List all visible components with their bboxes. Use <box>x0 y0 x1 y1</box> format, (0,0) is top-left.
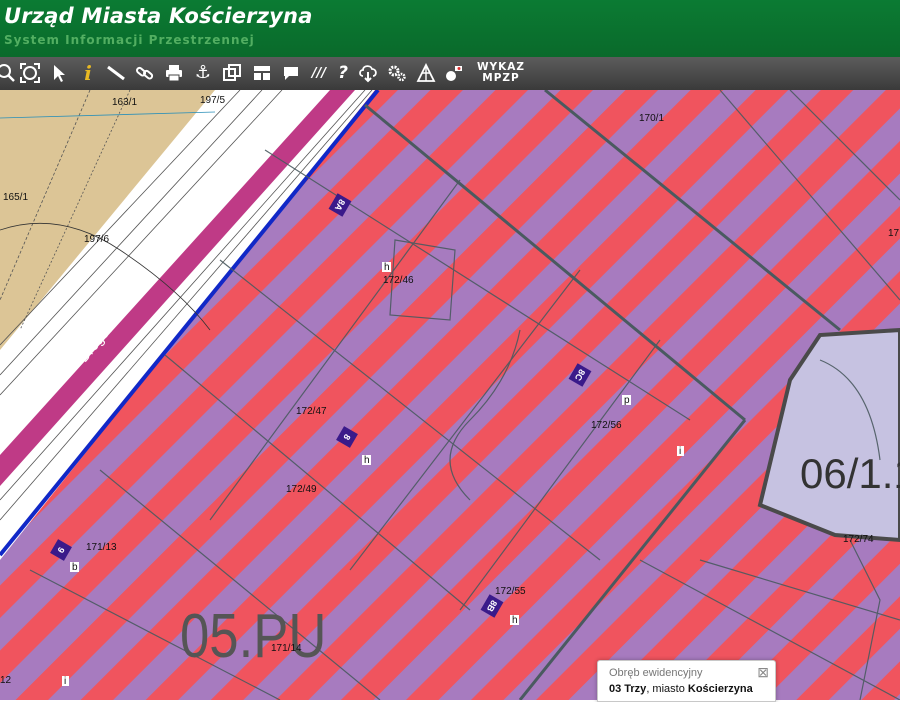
popup-value: 03 Trzy, miasto Kościerzyna <box>609 683 753 695</box>
help-icon[interactable]: ? <box>331 61 355 85</box>
wykaz-mpzp-button[interactable]: WYKAZ MPZP <box>475 62 527 84</box>
parcel-label: 172/47 <box>296 406 327 417</box>
app-title: Urząd Miasta Kościerzyna <box>4 4 313 28</box>
parcel-label: 163/1 <box>112 97 137 108</box>
parcel-label: 197/5 <box>200 95 225 106</box>
parcel-label: 172/55 <box>495 586 526 597</box>
measure-icon[interactable] <box>104 61 128 85</box>
parcel-label: 172/49 <box>286 484 317 495</box>
print-icon[interactable] <box>162 61 186 85</box>
map-toolbar: i ⚓ /// ? <box>0 57 900 91</box>
speech-bubble-icon[interactable] <box>279 61 303 85</box>
popup-label: Obręb ewidencyjny <box>609 667 703 679</box>
layers-icon[interactable] <box>220 61 244 85</box>
parcel-label: 17 <box>888 228 900 239</box>
app-subtitle: System Informacji Przestrzennej <box>4 33 255 47</box>
terrain-icon[interactable] <box>414 61 438 85</box>
popup-value-mid: , miasto <box>646 683 688 695</box>
parcel-label: 172/56 <box>591 420 622 431</box>
letter-label: h <box>384 262 390 273</box>
letter-label: h <box>512 615 518 626</box>
parcel-label: 172/46 <box>383 275 414 286</box>
letter-label: p <box>624 395 630 406</box>
zoom-extent-icon[interactable] <box>18 61 42 85</box>
letter-label: h <box>364 455 370 466</box>
legend-icon[interactable] <box>442 61 466 85</box>
parcel-label: 171/14 <box>271 643 302 654</box>
parcel-label: 165/1 <box>3 192 28 203</box>
parcel-label: 172/74 <box>843 534 874 545</box>
parcel-label: 197/6 <box>84 234 109 245</box>
letter-label: i <box>64 676 66 687</box>
link-icon[interactable] <box>133 61 157 85</box>
info-icon[interactable]: i <box>76 61 100 85</box>
layout-icon[interactable] <box>250 61 274 85</box>
map-canvas[interactable]: 05.PU 06/1.1 Drogowców Drog 163/1 197/5 … <box>0 90 900 700</box>
anchor-icon[interactable]: ⚓ <box>191 61 215 85</box>
pointer-icon[interactable] <box>47 61 71 85</box>
zoom-icon[interactable] <box>0 61 18 85</box>
zone-label-06: 06/1.1 <box>800 450 900 497</box>
parcel-label: 170/1 <box>639 113 664 124</box>
close-icon[interactable]: ⊠ <box>757 664 769 681</box>
app-header: Urząd Miasta Kościerzyna System Informac… <box>0 0 900 57</box>
popup-value-bold: 03 Trzy <box>609 683 647 695</box>
popup-value-bold2: Kościerzyna <box>687 683 753 695</box>
hatch-icon[interactable]: /// <box>307 61 331 85</box>
letter-label: b <box>72 562 78 573</box>
parcel-label: 12 <box>0 675 12 686</box>
info-popup: Obręb ewidencyjny ⊠ 03 Trzy, miasto Kośc… <box>597 660 776 702</box>
zone-label-05pu: 05.PU <box>180 602 326 671</box>
cloud-download-icon[interactable] <box>356 61 380 85</box>
parcel-label: 171/13 <box>86 542 117 553</box>
mpzp-label: MPZP <box>482 72 520 84</box>
letter-label: i <box>679 446 681 457</box>
settings-icon[interactable] <box>385 61 409 85</box>
